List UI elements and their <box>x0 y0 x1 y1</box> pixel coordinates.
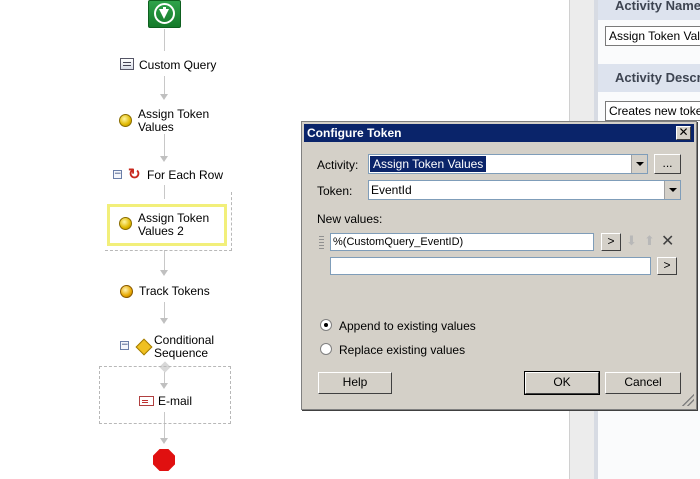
arrow-down-icon <box>160 270 168 276</box>
close-icon[interactable]: ✕ <box>676 126 691 140</box>
insert-variable-button-2[interactable]: > <box>657 257 677 275</box>
activity-name-field[interactable]: Assign Token Values <box>605 26 700 46</box>
append-radio-label[interactable]: Append to existing values <box>339 319 476 333</box>
replace-radio[interactable] <box>320 343 332 355</box>
delete-value-icon[interactable]: ✕ <box>661 233 674 249</box>
node-label: Assign Token Values 2 <box>138 211 210 238</box>
new-values-label: New values: <box>317 212 383 226</box>
node-label: Assign Token Values <box>138 107 210 134</box>
workflow-stop-icon[interactable] <box>153 449 175 471</box>
collapse-toggle[interactable]: − <box>113 170 122 179</box>
token-icon <box>119 114 132 127</box>
drag-handle-icon[interactable] <box>319 236 324 250</box>
help-button[interactable]: Help <box>318 372 392 394</box>
browse-button[interactable]: ... <box>654 154 681 174</box>
append-radio[interactable] <box>320 319 332 331</box>
activity-description-header: Activity Description <box>598 64 700 92</box>
token-icon <box>119 217 132 230</box>
replace-radio-label[interactable]: Replace existing values <box>339 343 465 357</box>
dialog-title: Configure Token <box>307 126 402 140</box>
insert-variable-button[interactable]: > <box>601 233 621 251</box>
node-label: Track Tokens <box>139 284 210 298</box>
node-label: For Each Row <box>147 168 224 182</box>
move-up-icon[interactable]: ⬆ <box>644 235 655 248</box>
connector <box>164 29 165 51</box>
cancel-button[interactable]: Cancel <box>605 372 681 394</box>
collapse-toggle[interactable]: − <box>120 341 129 350</box>
activity-select[interactable]: Assign Token Values <box>368 154 648 174</box>
token-select-value: EventId <box>371 183 412 197</box>
loop-icon: ↻ <box>128 166 141 183</box>
arrow-down-icon <box>160 438 168 444</box>
node-label: E-mail <box>158 394 193 408</box>
activity-name-header: Activity Name <box>598 0 700 20</box>
new-value-input-1[interactable]: %(CustomQuery_EventID) <box>330 233 594 251</box>
mail-icon <box>139 396 154 406</box>
arrow-down-icon <box>160 94 168 100</box>
chevron-down-icon[interactable] <box>631 155 647 173</box>
activity-label: Activity: <box>317 158 359 172</box>
resize-grip-icon[interactable] <box>682 394 694 406</box>
activity-select-value: Assign Token Values <box>370 156 487 172</box>
ok-button[interactable]: OK <box>524 371 600 395</box>
node-label: Custom Query <box>139 58 217 72</box>
activity-description-field[interactable]: Creates new tokens <box>605 101 700 121</box>
arrow-down-icon <box>160 318 168 324</box>
token-select[interactable]: EventId <box>368 180 681 200</box>
workflow-start-icon[interactable] <box>148 0 181 28</box>
arrow-down-icon <box>160 156 168 162</box>
token-label: Token: <box>317 184 353 198</box>
node-label: Conditional Sequence <box>154 333 215 360</box>
track-icon <box>120 285 133 298</box>
condition-icon <box>135 338 153 356</box>
move-down-icon[interactable]: ⬇ <box>626 235 637 248</box>
chevron-down-icon[interactable] <box>664 181 680 199</box>
new-value-input-2[interactable] <box>330 257 651 275</box>
query-icon <box>120 58 134 70</box>
dialog-title-bar[interactable]: Configure Token ✕ <box>304 124 694 142</box>
